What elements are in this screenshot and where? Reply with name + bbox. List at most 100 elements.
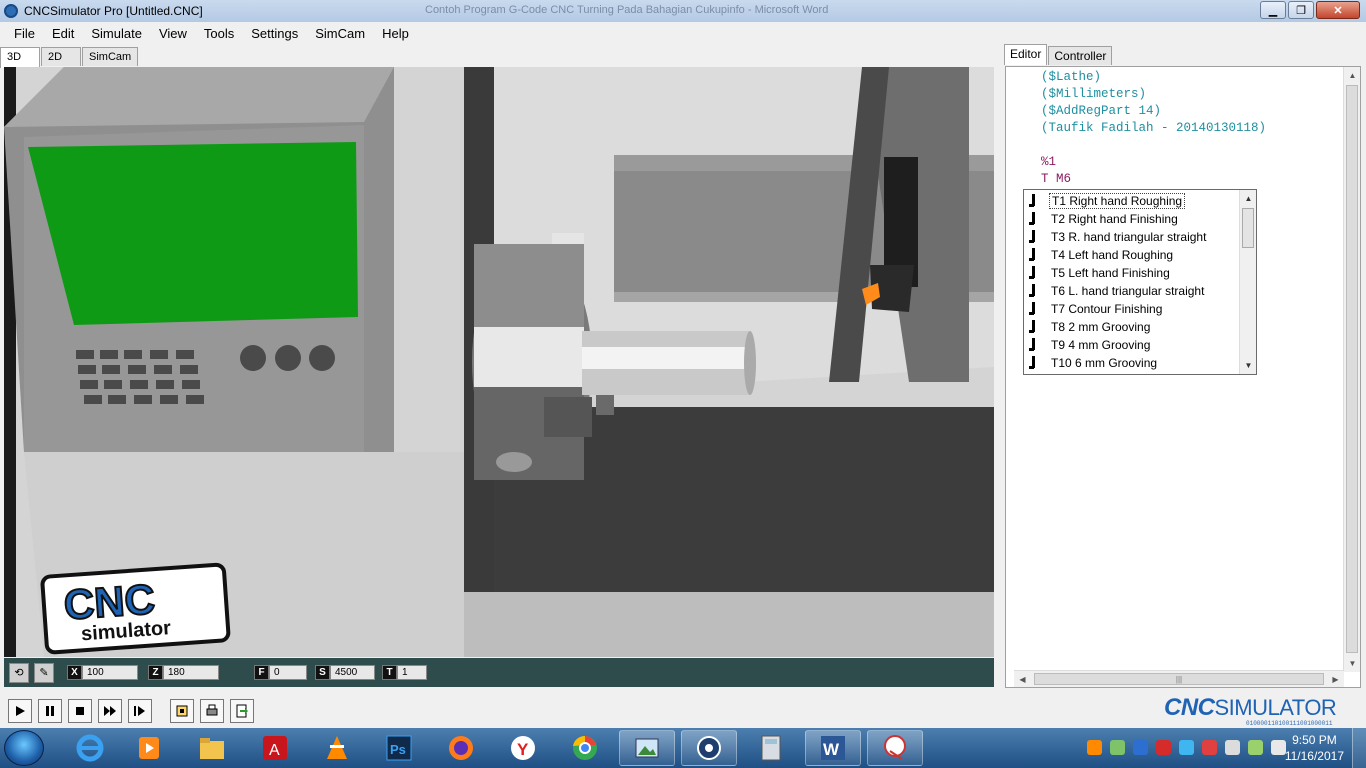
tool-holder-icon [1028,320,1038,334]
pencil-icon[interactable]: ✎ [34,662,54,683]
scroll-right-icon[interactable]: ▶ [1327,671,1344,687]
menu-tools[interactable]: Tools [196,26,242,41]
3d-viewport[interactable]: CNC simulator [4,67,994,657]
lathe-scene: CNC simulator [4,67,994,657]
tool-list-item-label: T4 Left hand Roughing [1051,248,1174,262]
code-editor[interactable]: ($Lathe) ($Millimeters) ($AddRegPart 14)… [1005,66,1361,688]
firefox-icon[interactable] [433,730,489,766]
editor-vertical-scrollbar[interactable]: ▲ ▼ [1343,67,1360,672]
menu-help[interactable]: Help [374,26,417,41]
scroll-thumb[interactable] [1242,208,1254,248]
tab-controller[interactable]: Controller [1048,46,1113,65]
tool-list-item[interactable]: T10 6 mm Grooving [1028,354,1240,372]
network-tray-icon[interactable] [1110,740,1125,755]
frame-icon [176,705,188,717]
tool-list-item-label: T7 Contour Finishing [1051,302,1163,316]
photoshop-icon[interactable]: Ps [371,730,427,766]
scroll-up-icon[interactable]: ▲ [1240,190,1257,207]
single-step-button[interactable] [128,699,152,723]
scroll-thumb-horizontal[interactable]: ||| [1034,673,1324,685]
tool-list-scrollbar[interactable]: ▲ ▼ [1239,190,1256,374]
close-button[interactable]: ✕ [1316,1,1360,19]
control-screen [28,142,358,325]
code-lines: ($Lathe) ($Millimeters) ($AddRegPart 14)… [1041,69,1266,188]
tool-label: T [382,665,397,680]
export-button[interactable] [230,699,254,723]
cncsimulator-taskbar-icon[interactable] [681,730,737,766]
bluetooth-icon[interactable] [1133,740,1148,755]
device-icon[interactable] [1202,740,1217,755]
pause-button[interactable] [38,699,62,723]
tool-list-item[interactable]: T6 L. hand triangular straight [1028,282,1240,300]
print-button[interactable] [200,699,224,723]
show-desktop-button[interactable] [1352,728,1366,768]
menu-file[interactable]: File [6,26,43,41]
power-icon[interactable] [1179,740,1194,755]
tool-list-item[interactable]: T9 4 mm Grooving [1028,336,1240,354]
tool-list-item[interactable]: T4 Left hand Roughing [1028,246,1240,264]
play-button[interactable] [8,699,32,723]
clock-date: 11/16/2017 [1284,749,1344,763]
frame-button[interactable] [170,699,194,723]
fast-forward-button[interactable] [98,699,122,723]
view-rotate-icon[interactable]: ⟲ [9,662,29,683]
tool-holder-icon [1028,302,1038,316]
printer-icon [206,704,218,716]
system-clock[interactable]: 9:50 PM 11/16/2017 [1285,732,1344,764]
menu-simcam[interactable]: SimCam [307,26,373,41]
title-bar: CNCSimulator Pro [Untitled.CNC] Contoh P… [0,0,1366,22]
word-icon[interactable]: W [805,730,861,766]
snipping-tool-icon[interactable] [867,730,923,766]
tool-holder-icon [1028,356,1038,370]
maximize-icon: ❐ [1296,4,1306,17]
tool-list-item[interactable]: T1 Right hand Roughing [1028,192,1240,210]
play-icon [16,706,25,716]
volume-icon[interactable] [1271,740,1286,755]
yandex-browser-icon[interactable]: Y [495,730,551,766]
scroll-thumb[interactable] [1346,85,1358,653]
minimize-button[interactable]: ▁ [1260,1,1286,19]
signal-icon[interactable] [1248,740,1263,755]
editor-horizontal-scrollbar[interactable]: ◀ ||| ▶ [1014,670,1344,687]
menu-edit[interactable]: Edit [44,26,82,41]
svg-text:A: A [269,742,280,759]
tab-2d[interactable]: 2D [41,47,81,66]
tool-list-popup[interactable]: T1 Right hand Roughing T2 Right hand Fini… [1023,189,1257,375]
scroll-left-icon[interactable]: ◀ [1014,671,1031,687]
tool-list-item[interactable]: T8 2 mm Grooving [1028,318,1240,336]
tab-simcam[interactable]: SimCam [82,47,139,66]
cnc-simulator-logo: CNC simulator [40,562,231,655]
acrobat-icon[interactable]: A [247,730,303,766]
scroll-down-icon[interactable]: ▼ [1344,655,1360,672]
image-viewer-icon[interactable] [619,730,675,766]
tool-list-item[interactable]: T2 Right hand Finishing [1028,210,1240,228]
tool-list-item[interactable]: T5 Left hand Finishing [1028,264,1240,282]
svg-text:Y: Y [517,740,529,759]
scroll-up-icon[interactable]: ▲ [1344,67,1360,84]
menu-settings[interactable]: Settings [243,26,306,41]
menu-view[interactable]: View [151,26,195,41]
internet-explorer-icon[interactable] [62,730,118,766]
scroll-down-icon[interactable]: ▼ [1240,357,1257,374]
tool-list-item[interactable]: T3 R. hand triangular straight [1028,228,1240,246]
view-tabs: 3D 2D SimCam [0,47,139,68]
menu-simulate[interactable]: Simulate [83,26,150,41]
spindle-label: S [315,665,330,680]
start-button[interactable] [4,730,44,766]
file-explorer-icon[interactable] [184,730,240,766]
tab-editor[interactable]: Editor [1004,44,1048,65]
stop-button[interactable] [68,699,92,723]
vlc-icon[interactable] [309,730,365,766]
vlc-tray-icon[interactable] [1087,740,1102,755]
pause-icon [46,706,54,716]
cncsimulator-app-icon[interactable] [4,4,18,18]
usb-icon[interactable] [1225,740,1240,755]
tool-list-item[interactable]: T7 Contour Finishing [1028,300,1240,318]
svg-text:W: W [823,740,840,759]
tab-3d[interactable]: 3D [0,47,40,68]
chrome-icon[interactable] [557,730,613,766]
calculator-icon[interactable] [743,730,799,766]
media-player-icon[interactable] [121,730,177,766]
antivirus-icon[interactable] [1156,740,1171,755]
maximize-button[interactable]: ❐ [1288,1,1314,19]
